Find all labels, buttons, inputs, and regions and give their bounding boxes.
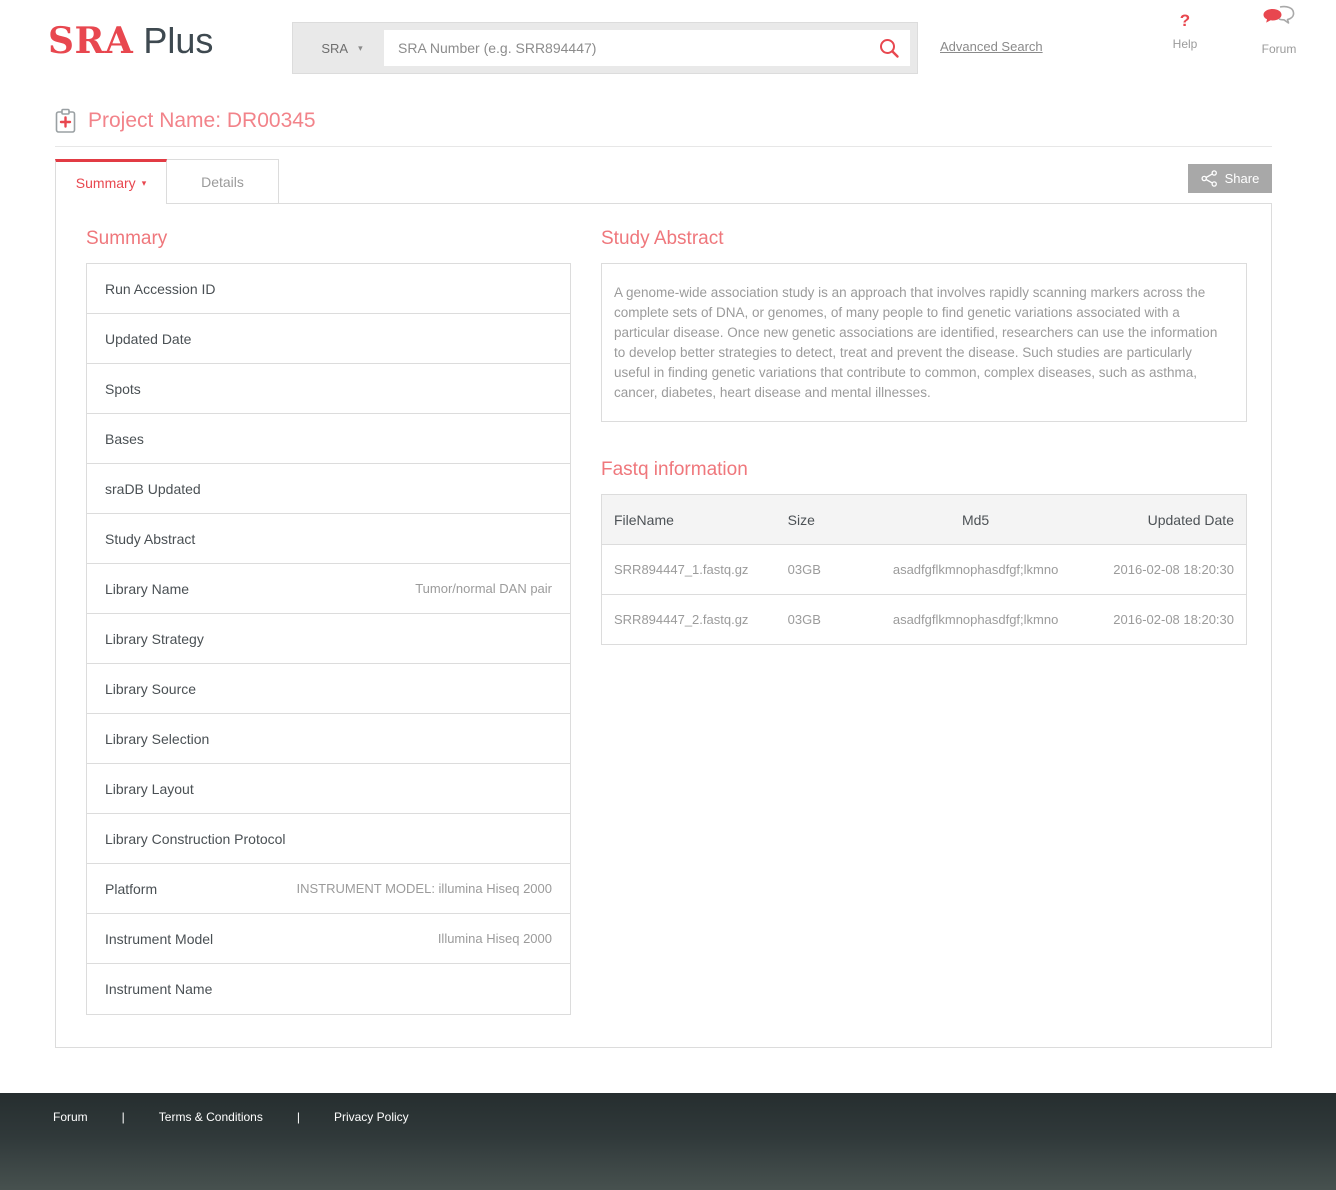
fastq-filename: SRR894447_2.fastq.gz: [602, 595, 776, 645]
row-value: INSTRUMENT MODEL: illumina Hiseq 2000: [297, 881, 553, 896]
main-card: Summary Run Accession ID Updated Date Sp…: [55, 203, 1272, 1048]
col-header-updated-date: Updated Date: [1085, 495, 1246, 545]
footer: Forum | Terms & Conditions | Privacy Pol…: [0, 1093, 1336, 1190]
summary-row-bases: Bases: [87, 414, 570, 464]
row-label: Library Source: [105, 681, 196, 697]
footer-separator: |: [122, 1110, 125, 1124]
row-label: Spots: [105, 381, 141, 397]
help-icon: ?: [1164, 12, 1206, 30]
fastq-size: 03GB: [776, 545, 866, 595]
search-icon: [877, 36, 901, 60]
summary-heading: Summary: [86, 228, 571, 250]
fastq-header-row: FileName Size Md5 Updated Date: [602, 495, 1247, 545]
search-input[interactable]: [384, 40, 868, 56]
detail-panel: Study Abstract A genome-wide association…: [601, 228, 1247, 1015]
footer-link-forum[interactable]: Forum: [53, 1110, 88, 1124]
tab-bar: Summary ▾ Details Share: [55, 159, 1272, 204]
col-header-size: Size: [776, 495, 866, 545]
footer-link-privacy[interactable]: Privacy Policy: [334, 1110, 409, 1124]
header: SRA Plus SRA ▾ Advanced Search ? Help: [0, 0, 1336, 96]
summary-row-instrument-model: Instrument Model Illumina Hiseq 2000: [87, 914, 570, 964]
footer-link-terms[interactable]: Terms & Conditions: [159, 1110, 263, 1124]
share-label: Share: [1225, 171, 1260, 186]
summary-row-platform: Platform INSTRUMENT MODEL: illumina Hise…: [87, 864, 570, 914]
project-title-row: Project Name: DR00345: [55, 108, 1272, 147]
search-bar: SRA ▾: [292, 22, 918, 74]
row-label: Library Strategy: [105, 631, 204, 647]
summary-panel: Summary Run Accession ID Updated Date Sp…: [86, 228, 571, 1015]
fastq-filename: SRR894447_1.fastq.gz: [602, 545, 776, 595]
project-clipboard-icon: [55, 108, 76, 134]
forum-icon: [1262, 5, 1296, 30]
fastq-row-2: SRR894447_2.fastq.gz 03GB asadfgflkmnoph…: [602, 595, 1247, 645]
row-label: Instrument Name: [105, 981, 212, 997]
row-value: Illumina Hiseq 2000: [438, 931, 552, 946]
row-label: Library Selection: [105, 731, 209, 747]
study-abstract-heading: Study Abstract: [601, 228, 1247, 250]
summary-row-instrument-name: Instrument Name: [87, 964, 570, 1014]
summary-row-library-layout: Library Layout: [87, 764, 570, 814]
row-label: Library Construction Protocol: [105, 831, 286, 847]
row-value: Tumor/normal DAN pair: [415, 581, 552, 596]
fastq-row-1: SRR894447_1.fastq.gz 03GB asadfgflkmnoph…: [602, 545, 1247, 595]
summary-row-updated-date: Updated Date: [87, 314, 570, 364]
help-button[interactable]: ? Help: [1164, 12, 1206, 51]
fastq-md5: asadfgflkmnophasdfgf;lkmno: [866, 545, 1085, 595]
summary-row-sradb-updated: sraDB Updated: [87, 464, 570, 514]
fastq-md5: asadfgflkmnophasdfgf;lkmno: [866, 595, 1085, 645]
row-label: Study Abstract: [105, 531, 195, 547]
summary-row-library-source: Library Source: [87, 664, 570, 714]
summary-row-spots: Spots: [87, 364, 570, 414]
row-label: Library Layout: [105, 781, 194, 797]
row-label: Instrument Model: [105, 931, 213, 947]
fastq-updated-date: 2016-02-08 18:20:30: [1085, 545, 1246, 595]
summary-row-study-abstract: Study Abstract: [87, 514, 570, 564]
help-label: Help: [1164, 37, 1206, 51]
share-button[interactable]: Share: [1188, 164, 1272, 193]
app-logo[interactable]: SRA Plus: [48, 20, 213, 62]
row-label: Updated Date: [105, 331, 191, 347]
forum-button[interactable]: Forum: [1252, 5, 1306, 56]
summary-row-library-strategy: Library Strategy: [87, 614, 570, 664]
col-header-md5: Md5: [866, 495, 1085, 545]
row-label: Run Accession ID: [105, 281, 216, 297]
chevron-down-icon: ▾: [358, 43, 363, 54]
tab-summary[interactable]: Summary ▾: [55, 159, 167, 204]
page-title: Project Name: DR00345: [88, 109, 316, 133]
summary-row-run-accession-id: Run Accession ID: [87, 264, 570, 314]
study-abstract-text: A genome-wide association study is an ap…: [601, 263, 1247, 422]
summary-row-library-construction-protocol: Library Construction Protocol: [87, 814, 570, 864]
search-button[interactable]: [868, 36, 910, 60]
col-header-filename: FileName: [602, 495, 776, 545]
forum-label: Forum: [1252, 42, 1306, 56]
fastq-size: 03GB: [776, 595, 866, 645]
advanced-search-link[interactable]: Advanced Search: [940, 39, 1043, 54]
fastq-updated-date: 2016-02-08 18:20:30: [1085, 595, 1246, 645]
chevron-down-icon: ▾: [142, 178, 147, 189]
summary-list: Run Accession ID Updated Date Spots Base…: [86, 263, 571, 1015]
tab-details[interactable]: Details: [167, 159, 279, 204]
search-category-dropdown[interactable]: SRA ▾: [300, 30, 384, 66]
search-category-value: SRA: [321, 41, 348, 56]
fastq-heading: Fastq information: [601, 459, 1247, 481]
summary-row-library-selection: Library Selection: [87, 714, 570, 764]
tab-summary-label: Summary: [76, 175, 136, 191]
row-label: Library Name: [105, 581, 189, 597]
row-label: Bases: [105, 431, 144, 447]
search-input-container: [384, 30, 910, 66]
logo-text-plus: Plus: [143, 20, 213, 62]
share-icon: [1201, 170, 1218, 187]
row-label: Platform: [105, 881, 157, 897]
summary-row-library-name: Library Name Tumor/normal DAN pair: [87, 564, 570, 614]
row-label: sraDB Updated: [105, 481, 201, 497]
tab-details-label: Details: [201, 174, 244, 190]
fastq-table: FileName Size Md5 Updated Date SRR894447…: [601, 494, 1247, 645]
logo-text-sra: SRA: [48, 20, 133, 62]
footer-separator: |: [297, 1110, 300, 1124]
